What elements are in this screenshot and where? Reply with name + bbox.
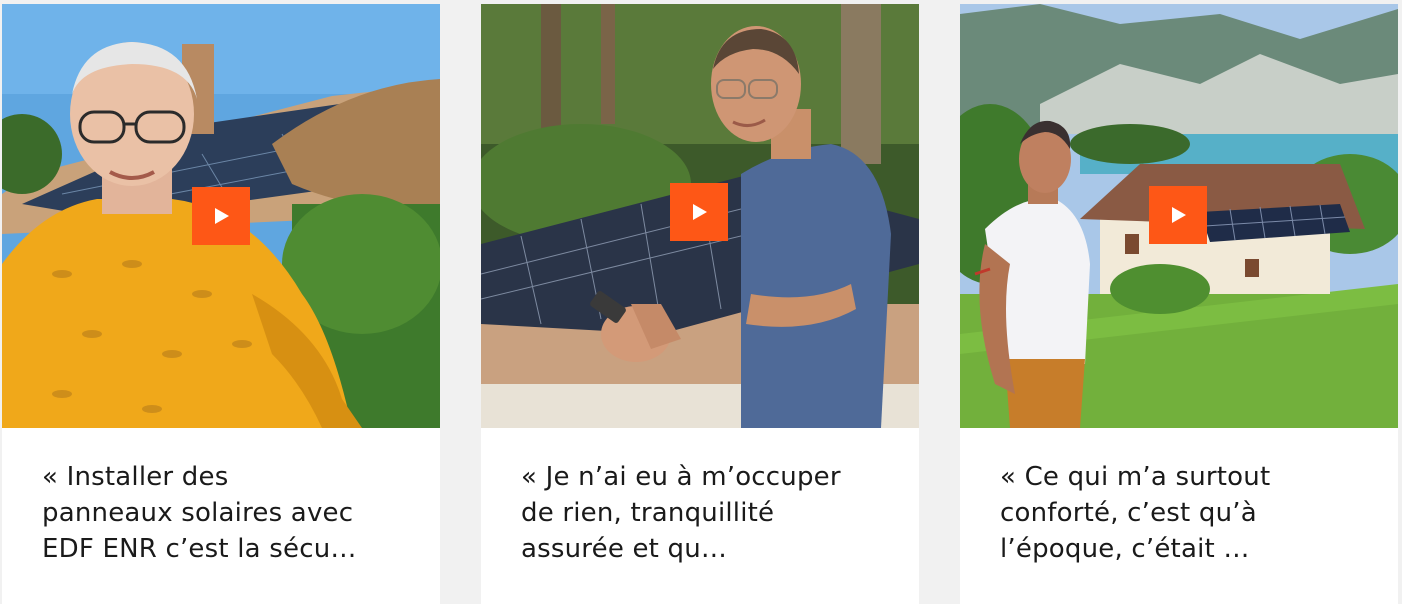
play-icon [693, 204, 707, 220]
play-button-3[interactable] [1149, 186, 1207, 244]
testimonial-card-3[interactable]: « Ce qui m’a surtout conforté, c’est qu’… [960, 4, 1398, 604]
play-button-2[interactable] [670, 183, 728, 241]
video-thumbnail-2[interactable] [481, 4, 919, 428]
testimonial-quote-3[interactable]: « Ce qui m’a surtout conforté, c’est qu’… [1000, 459, 1370, 567]
testimonial-card-1[interactable]: « Installer des panneaux solaires avec E… [2, 4, 440, 604]
testimonial-quote-2[interactable]: « Je n’ai eu à m’occuper de rien, tranqu… [521, 459, 891, 567]
play-button-1[interactable] [192, 187, 250, 245]
video-thumbnail-3[interactable] [960, 4, 1398, 428]
testimonial-quote-1[interactable]: « Installer des panneaux solaires avec E… [42, 459, 412, 567]
video-thumbnail-1[interactable] [2, 4, 440, 428]
testimonial-card-2[interactable]: « Je n’ai eu à m’occuper de rien, tranqu… [481, 4, 919, 604]
play-icon [1172, 207, 1186, 223]
play-icon [215, 208, 229, 224]
